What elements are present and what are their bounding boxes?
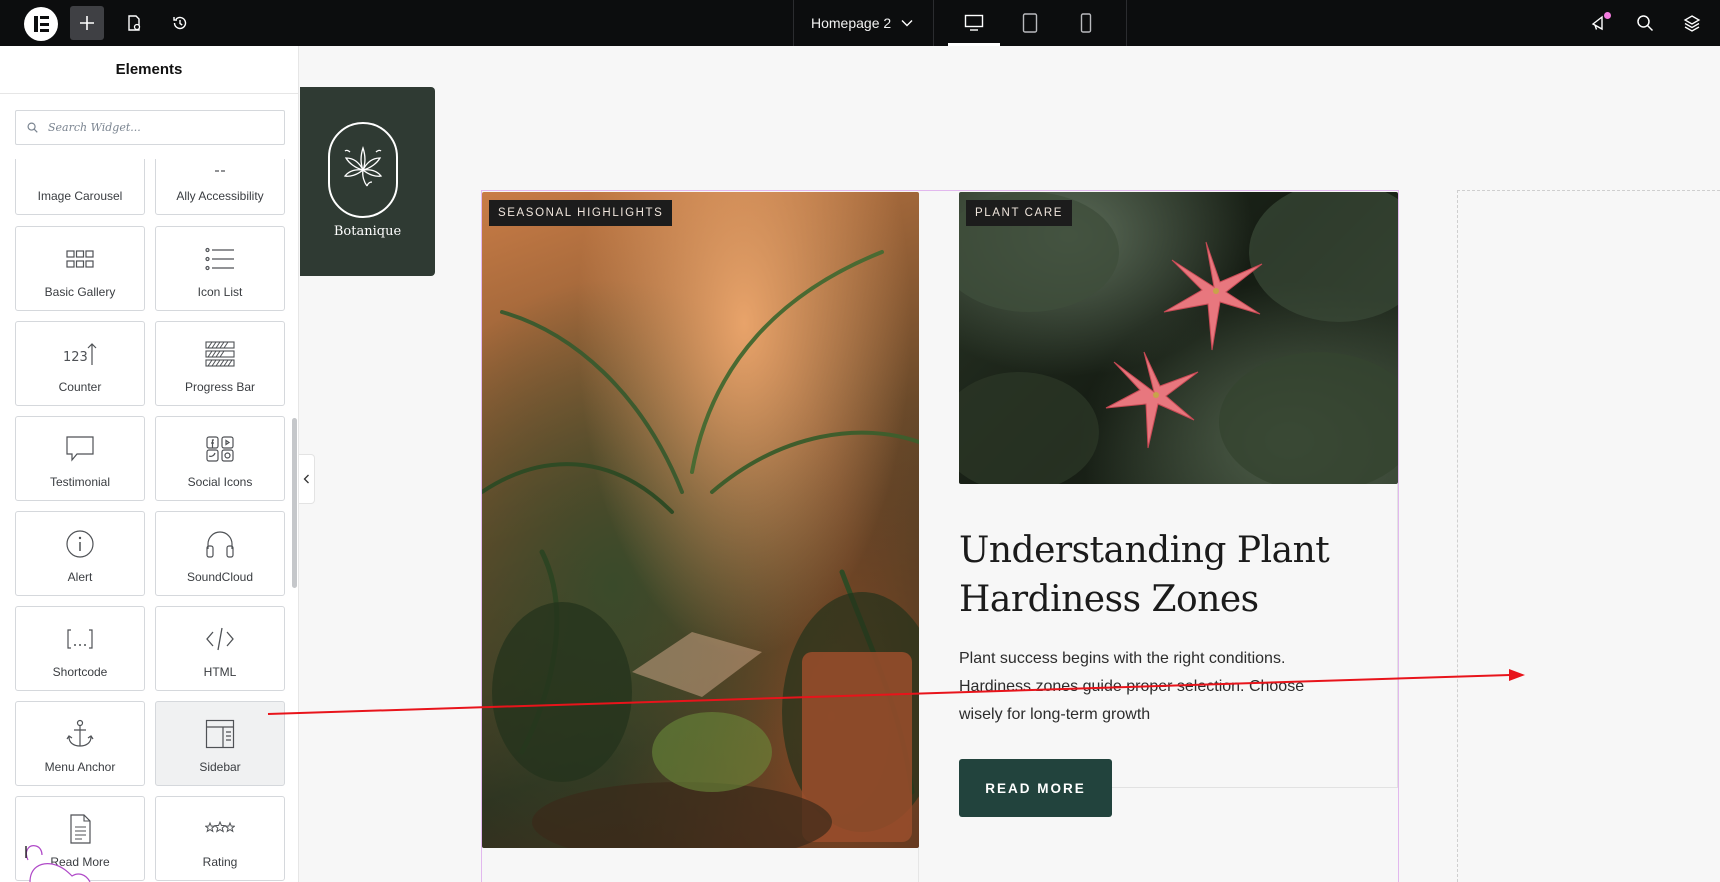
editor-top-bar: Homepage 2 [0,0,1720,46]
mobile-icon [1080,13,1092,33]
widget-soundcloud[interactable]: SoundCloud [155,511,285,596]
plus-icon [80,16,94,30]
tablet-icon [1022,13,1038,33]
mobile-view-button[interactable] [1058,0,1114,46]
widget-label: Icon List [197,285,243,299]
seasonal-highlights-image[interactable] [482,192,919,848]
widget-label: SoundCloud [186,570,254,584]
top-bar-center: Homepage 2 [793,0,1127,46]
panel-title: Elements [0,46,298,94]
tablet-view-button[interactable] [1002,0,1058,46]
post-title[interactable]: Understanding Plant Hardiness Zones [959,526,1379,624]
info-circle-icon [16,526,144,562]
stars-icon [156,811,284,847]
search-button[interactable] [1628,6,1662,40]
widget-label: Alert [67,570,93,584]
widget-label: Sidebar [199,760,241,774]
icon-list-icon [156,241,284,277]
widget-menu-anchor[interactable]: Menu Anchor [15,701,145,786]
search-widget-input[interactable] [48,121,268,134]
page-settings-icon [128,15,141,31]
widget-ally-accessibility[interactable]: Ally Accessibility [155,159,285,215]
widget-image-carousel[interactable]: Image Carousel [15,159,145,215]
elementor-logo-icon[interactable] [24,7,58,41]
read-more-button[interactable]: READ MORE [959,759,1112,817]
widget-shortcode[interactable]: Shortcode [15,606,145,691]
search-icon [27,122,38,133]
card-border [1112,787,1398,788]
speech-bubble-icon [16,431,144,467]
widget-label: Rating [202,855,238,869]
widget-search[interactable] [15,110,285,145]
logo-oval [328,122,398,218]
add-element-button[interactable] [70,6,104,40]
headphones-icon [156,526,284,562]
history-icon [173,16,187,30]
widget-label: Progress Bar [184,380,256,394]
plants-photo [482,250,919,848]
search-icon [1637,15,1654,32]
widget-label: Ally Accessibility [176,189,264,203]
panel-scrollbar[interactable] [292,418,297,588]
code-icon [156,621,284,657]
desktop-icon [964,14,984,31]
empty-column-placeholder[interactable] [1457,190,1720,882]
widget-sidebar[interactable]: Sidebar [155,701,285,786]
sidebar-icon [156,716,284,752]
widget-alert[interactable]: Alert [15,511,145,596]
widget-label: Testimonial [49,475,111,489]
flower-logo-icon [343,145,383,187]
logo-text: Botanique [333,224,402,239]
widget-label: Basic Gallery [44,285,116,299]
red-flower-photo [959,192,1398,484]
post-excerpt[interactable]: Plant success begins with the right cond… [959,645,1339,729]
shortcode-icon [16,621,144,657]
chevron-down-icon [901,20,913,27]
chevron-left-icon [303,474,309,484]
widget-testimonial[interactable]: Testimonial [15,416,145,501]
gallery-grid-icon [16,241,144,277]
widget-counter[interactable]: 123 Counter [15,321,145,406]
plant-care-image[interactable] [959,192,1398,484]
elements-panel: Elements Image Carousel Ally Accessibili… [0,46,299,882]
widget-rating[interactable]: Rating [155,796,285,881]
widget-social-icons[interactable]: Social Icons [155,416,285,501]
card-border [1397,484,1398,788]
widget-progress-bar[interactable]: Progress Bar [155,321,285,406]
notification-dot [1604,12,1611,19]
widget-icon-list[interactable]: Icon List [155,226,285,311]
social-icons-icon [156,431,284,467]
column-divider [918,848,919,882]
counter-icon: 123 [16,336,144,372]
progress-bar-icon [156,336,284,372]
document-icon [16,811,144,847]
widget-grid: Image Carousel Ally Accessibility Basic … [15,159,285,882]
widget-label: Social Icons [187,475,253,489]
page-selector-label: Homepage 2 [811,15,892,31]
widget-html[interactable]: HTML [155,606,285,691]
widget-label: Counter [58,380,102,394]
structure-button[interactable] [1675,6,1709,40]
widget-label: HTML [203,665,237,679]
widget-label: Shortcode [52,665,108,679]
desktop-view-button[interactable] [946,0,1002,46]
layers-icon [1683,15,1701,32]
page-settings-button[interactable] [117,6,151,40]
category-tag-seasonal[interactable]: SEASONAL HIGHLIGHTS [489,200,673,226]
accessibility-icon [156,159,284,189]
widget-read-more[interactable]: Read More [15,796,145,881]
widget-basic-gallery[interactable]: Basic Gallery [15,226,145,311]
anchor-icon [16,716,144,752]
page-selector[interactable]: Homepage 2 [794,0,934,46]
svg-text:123: 123 [63,350,88,365]
widget-label: Image Carousel [37,189,123,203]
botanique-logo-card[interactable]: Botanique [300,87,435,276]
widget-label: Read More [50,855,110,869]
category-tag-plant-care[interactable]: PLANT CARE [966,200,1073,226]
whats-new-button[interactable] [1582,6,1616,40]
collapse-panel-button[interactable] [299,454,315,504]
widget-label: Menu Anchor [44,760,116,774]
history-button[interactable] [163,6,197,40]
